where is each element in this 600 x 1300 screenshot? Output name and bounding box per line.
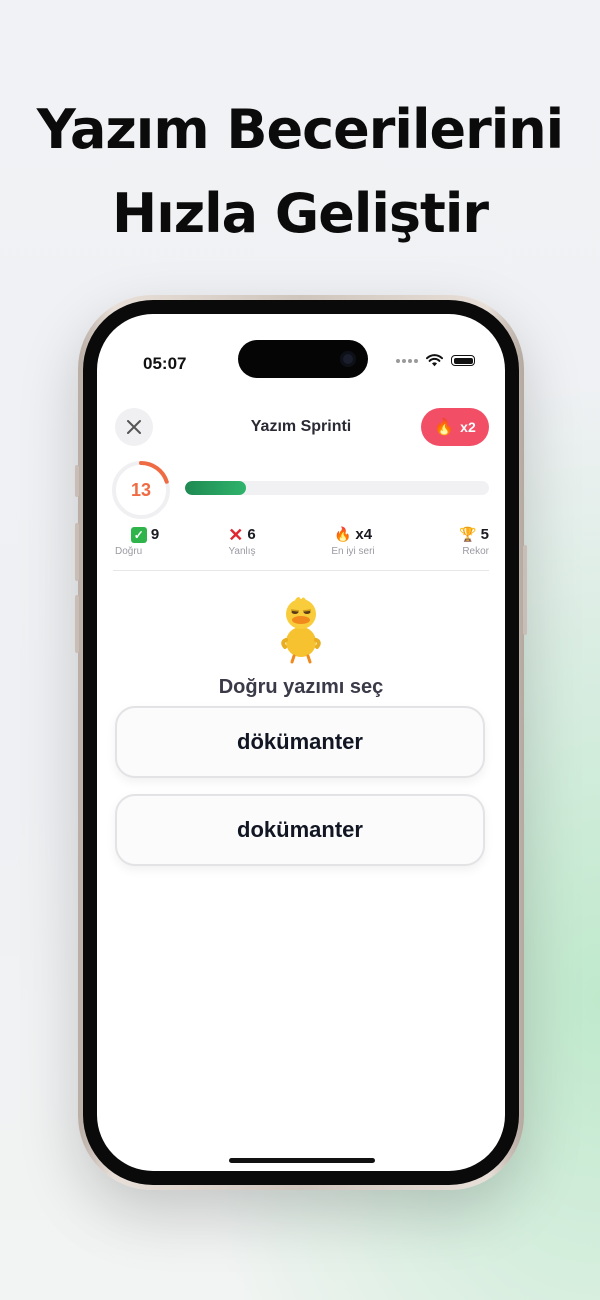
stats-row: ✓ 9 Doğru ✕ 6 Yanlış 🔥 x4 En iyi seri 🏆 … (115, 526, 489, 562)
question-prompt: Doğru yazımı seç (218, 676, 384, 698)
battery-icon (451, 355, 475, 366)
progress-fill (185, 481, 246, 495)
stat-correct-label: Doğru (115, 546, 143, 557)
stat-wrong-label: Yanlış (228, 546, 256, 557)
stat-best-streak-label: En iyi seri (331, 546, 375, 557)
streak-multiplier-badge[interactable]: 🔥 x2 (421, 408, 489, 446)
streak-multiplier-value: x2 (460, 419, 476, 435)
stat-wrong: ✕ 6 Yanlış (207, 524, 277, 558)
phone-bezel: 05:07 Yazım Sprinti 🔥 x2 13 ✓ 9 Doğru ✕ … (83, 300, 519, 1185)
status-icons (396, 354, 475, 367)
headline-line-1: Yazım Becerilerini (36, 98, 564, 161)
stat-correct-value: 9 (150, 526, 160, 543)
cellular-signal-icon (396, 358, 418, 363)
answer-option-2[interactable]: dokümanter (115, 794, 485, 866)
fire-icon: 🔥 (434, 419, 455, 436)
cross-mark-icon: ✕ (228, 524, 244, 545)
stat-best-streak: 🔥 x4 En iyi seri (313, 526, 393, 557)
stat-best-streak-value: x4 (355, 526, 373, 543)
stat-record-value: 5 (480, 526, 489, 543)
stat-record: 🏆 5 Rekor (439, 526, 489, 557)
phone-side-button (523, 545, 527, 635)
answer-option-1[interactable]: dökümanter (115, 706, 485, 778)
wifi-icon (426, 354, 443, 367)
divider (113, 570, 489, 571)
status-time: 05:07 (143, 354, 187, 373)
stat-wrong-value: 6 (247, 526, 256, 543)
trophy-icon: 🏆 (459, 526, 477, 542)
phone-mockup: 05:07 Yazım Sprinti 🔥 x2 13 ✓ 9 Doğru ✕ … (75, 295, 527, 1190)
headline-line-2: Hızla Geliştir (112, 182, 489, 245)
progress-bar (185, 481, 489, 495)
home-indicator[interactable] (229, 1158, 375, 1163)
timer-seconds: 13 (130, 480, 152, 500)
app-screen: 05:07 Yazım Sprinti 🔥 x2 13 ✓ 9 Doğru ✕ … (97, 314, 505, 1171)
check-mark-icon: ✓ (130, 526, 147, 543)
promo-headline: Yazım Becerilerini Hızla Geliştir (0, 88, 600, 256)
stat-record-label: Rekor (462, 546, 489, 557)
phone-volume-down (75, 595, 79, 653)
stat-correct: ✓ 9 Doğru (115, 526, 175, 557)
fire-icon: 🔥 (333, 526, 352, 542)
phone-volume-up (75, 523, 79, 581)
dynamic-island (238, 340, 368, 378)
duck-mascot (281, 597, 321, 664)
countdown-timer: 13 (111, 460, 171, 520)
phone-action-button (75, 465, 79, 497)
